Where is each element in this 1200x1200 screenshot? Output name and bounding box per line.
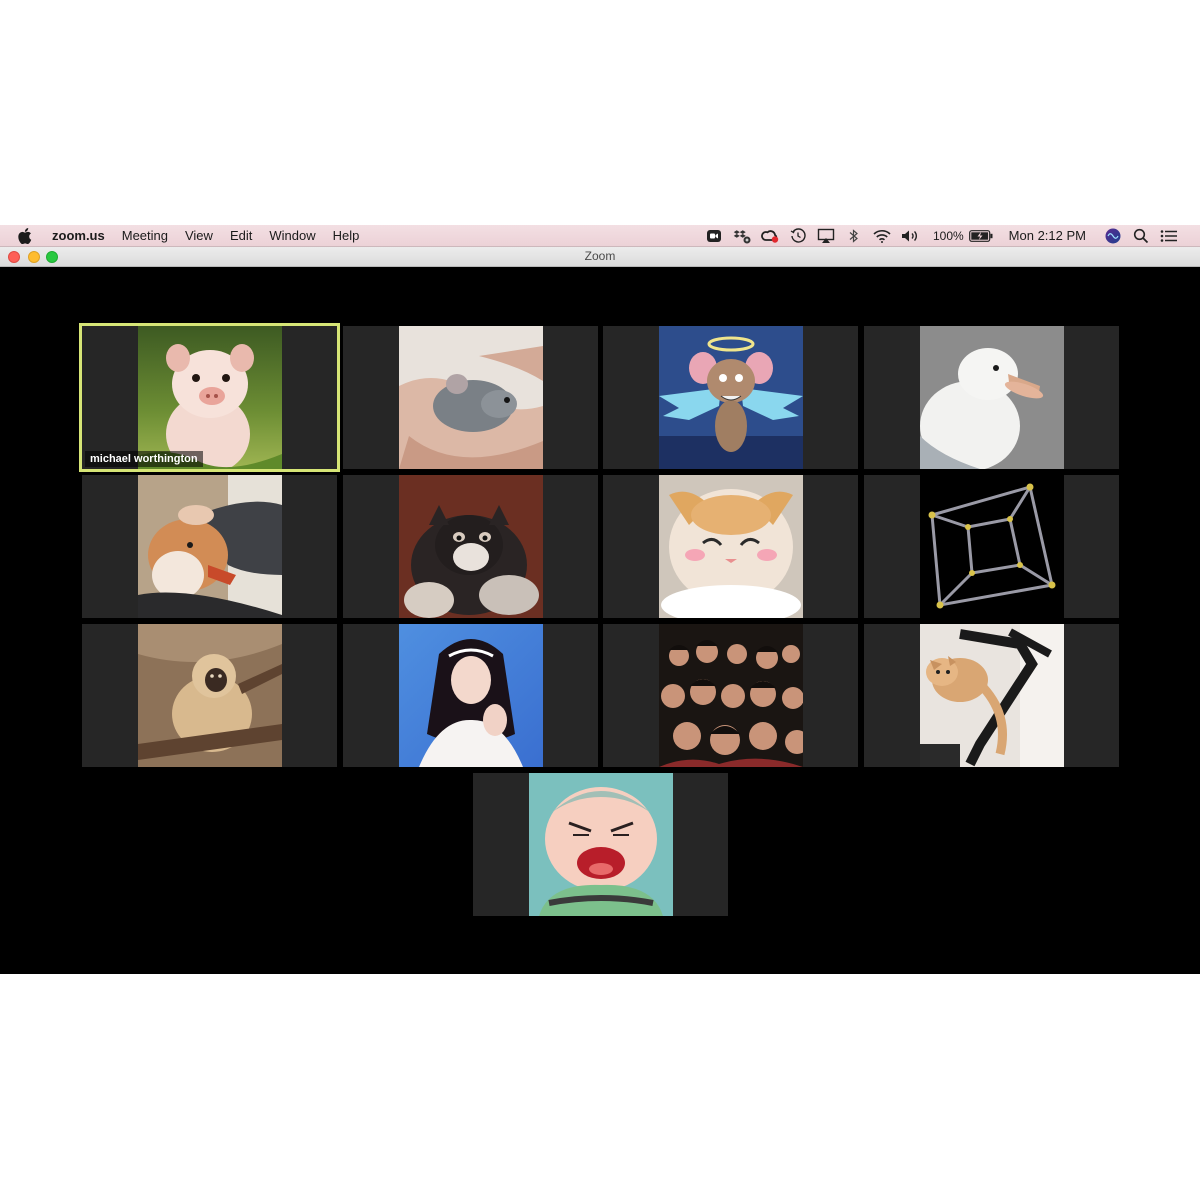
shouting-cartoon-image [529, 773, 673, 916]
piglet-photo [138, 326, 282, 469]
battery-percent: 100% [932, 228, 964, 243]
participant-tile[interactable] [603, 326, 858, 469]
airplay-icon[interactable] [817, 228, 835, 244]
battery-icon[interactable] [968, 228, 993, 244]
shiba-dog-photo [138, 475, 282, 618]
group-selfie-photo [659, 624, 803, 767]
participant-tile[interactable] [343, 475, 598, 618]
husky-puppy-photo [399, 475, 543, 618]
angel-cartoon-mouse-image [659, 326, 803, 469]
participant-tile[interactable] [82, 624, 337, 767]
menu-bar: zoom.us Meeting View Edit Window Help 10… [0, 225, 1200, 247]
menu-meeting[interactable]: Meeting [122, 228, 168, 243]
participant-tile[interactable] [603, 475, 858, 618]
participant-tile[interactable] [473, 773, 728, 916]
window-titlebar[interactable]: Zoom [0, 247, 1200, 267]
dropbox-icon[interactable] [733, 228, 751, 244]
notification-center-icon[interactable] [1160, 228, 1178, 244]
app-name-menu[interactable]: zoom.us [52, 228, 105, 243]
gallery-view: michael worthington [0, 267, 1200, 974]
menu-clock[interactable]: Mon 2:12 PM [1009, 228, 1086, 243]
wifi-icon[interactable] [873, 228, 891, 244]
menu-help[interactable]: Help [333, 228, 360, 243]
participant-tile[interactable] [603, 624, 858, 767]
menu-window[interactable]: Window [269, 228, 315, 243]
mouse-in-hands-photo [399, 326, 543, 469]
participant-name-label: michael worthington [85, 451, 203, 467]
participant-tile[interactable] [864, 624, 1119, 767]
tesseract-render [920, 475, 1064, 618]
participant-tile[interactable] [82, 475, 337, 618]
menu-view[interactable]: View [185, 228, 213, 243]
participant-tile[interactable] [343, 624, 598, 767]
seagull-photo [920, 326, 1064, 469]
participant-tile[interactable]: michael worthington [79, 323, 340, 472]
participant-tile[interactable] [343, 326, 598, 469]
spotlight-search-icon[interactable] [1132, 228, 1150, 244]
volume-icon[interactable] [901, 228, 919, 244]
participant-tile[interactable] [864, 475, 1119, 618]
window-title: Zoom [584, 249, 616, 263]
creative-cloud-icon[interactable] [761, 228, 779, 244]
kitten-photo [659, 475, 803, 618]
apple-menu-icon[interactable] [18, 227, 32, 244]
zoom-video-icon[interactable] [705, 228, 723, 244]
woman-portrait-photo [399, 624, 543, 767]
gibbon-photo [138, 624, 282, 767]
menu-edit[interactable]: Edit [230, 228, 252, 243]
siri-icon[interactable] [1104, 228, 1122, 244]
cat-on-exercise-bike-photo [920, 624, 1064, 767]
bluetooth-icon[interactable] [845, 228, 863, 244]
time-machine-icon[interactable] [789, 227, 807, 244]
participant-tile[interactable] [864, 326, 1119, 469]
